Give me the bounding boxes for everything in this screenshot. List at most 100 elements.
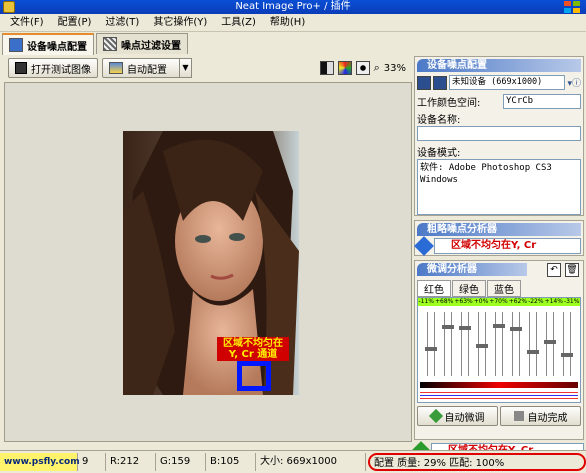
watermark-cell: www.psfly.com <box>0 452 80 471</box>
image-toolbar: 打开测试图像 自动配置 ▼ ⌕ 33% <box>2 56 412 80</box>
percentage-label: +14% <box>544 298 563 305</box>
fine-tune-slider[interactable] <box>424 312 437 376</box>
tab-device-noise-profile[interactable]: 设备噪点配置 <box>2 33 94 55</box>
image-viewport[interactable]: 区域不均匀在 Y, Cr 通道 <box>4 82 412 442</box>
status-profile-quality: 配置 质量: 29% 匹配: 100% <box>368 452 586 471</box>
color-space-select[interactable]: YCrCb <box>503 94 581 109</box>
percentage-row: -11% +68% +63% +0% +70% +62% -22% +14% -31% <box>418 298 580 306</box>
zoom-level[interactable]: 33% <box>384 63 406 74</box>
auto-profile-button[interactable]: 自动配置 <box>102 58 180 78</box>
menu-file[interactable]: 文件(F) <box>4 15 50 31</box>
windows-logo-icon <box>564 1 580 13</box>
load-profile-icon[interactable] <box>417 75 431 90</box>
test-image[interactable]: 区域不均匀在 Y, Cr 通道 <box>123 131 299 395</box>
auto-complete-icon <box>513 411 524 421</box>
tab-red[interactable]: 红色 <box>417 280 451 297</box>
fine-tune-buttons: 自动微调 自动完成 <box>417 406 581 426</box>
fine-tune-slider[interactable] <box>527 312 540 376</box>
tab-label: 设备噪点配置 <box>27 41 87 53</box>
percentage-label: +68% <box>435 298 454 305</box>
color-space-row: 工作颜色空间: YCrCb <box>417 94 581 109</box>
tab-noise-filter-settings[interactable]: 噪点过滤设置 <box>96 33 188 54</box>
menu-other[interactable]: 其它操作(Y) <box>147 15 213 31</box>
title-bar: Neat Image Pro+ / 插件 <box>0 0 586 14</box>
auto-fine-tune-label: 自动微调 <box>444 412 485 424</box>
auto-profile-icon <box>109 62 123 74</box>
window-title: Neat Image Pro+ / 插件 <box>235 1 351 12</box>
slider-knob[interactable] <box>510 326 523 331</box>
percentage-label: -31% <box>563 298 580 305</box>
slider-knob[interactable] <box>544 340 557 345</box>
auto-profile-dropdown[interactable]: ▼ <box>180 58 192 78</box>
app-icon <box>3 1 15 13</box>
rgb-lines <box>420 392 578 400</box>
slider-knob[interactable] <box>424 347 437 352</box>
coarse-analyzer-panel: 粗略噪点分析器 区域不均匀在Y, Cr <box>414 220 584 256</box>
fine-tune-slider[interactable] <box>441 312 454 376</box>
color-view-icon[interactable] <box>337 61 352 75</box>
save-profile-icon[interactable] <box>433 75 447 90</box>
coarse-analyzer-title: 粗略噪点分析器 <box>417 223 581 236</box>
zoom-icon[interactable]: ⌕ <box>374 61 380 75</box>
profile-icon <box>9 38 23 52</box>
slider-knob[interactable] <box>441 324 454 329</box>
brightness-icon[interactable] <box>355 61 370 75</box>
status-size: 大小: 669x1000 <box>256 452 366 471</box>
open-test-image-button[interactable]: 打开测试图像 <box>8 58 98 78</box>
channel-view-icon[interactable] <box>319 61 334 75</box>
auto-profile-label: 自动配置 <box>127 64 167 76</box>
fine-tune-slider[interactable] <box>544 312 557 376</box>
sample-selection-box[interactable] <box>237 361 271 391</box>
device-select[interactable]: 未知设备 (669x1000) <box>449 75 566 90</box>
menu-tools[interactable]: 工具(Z) <box>215 15 262 31</box>
warning-line-1: 区域不均匀在 <box>223 338 283 349</box>
fine-tune-slider[interactable] <box>458 312 471 376</box>
fine-tune-panel: 微调分析器 ↶ 🗑 红色 绿色 蓝色 -11% +68% +63% +0% +70% +6… <box>414 260 584 440</box>
slider-knob[interactable] <box>458 326 471 331</box>
trash-icon[interactable]: 🗑 <box>565 263 579 277</box>
color-space-label: 工作颜色空间: <box>417 98 481 109</box>
fine-tune-slider[interactable] <box>561 312 574 376</box>
tab-green[interactable]: 绿色 <box>452 280 486 297</box>
percentage-label: -11% <box>418 298 435 305</box>
device-name-label: 设备名称: <box>417 115 461 126</box>
coarse-analyzer-row: 区域不均匀在Y, Cr <box>414 236 581 256</box>
right-panel: 设备噪点配置 未知设备 (669x1000) ▾ⓘ 工作颜色空间: YCrCb … <box>411 56 584 461</box>
fine-tune-slider[interactable] <box>475 312 488 376</box>
menu-help[interactable]: 帮助(H) <box>264 15 311 31</box>
slider-knob[interactable] <box>527 350 540 355</box>
fine-tune-slider[interactable] <box>510 312 523 376</box>
undo-icon[interactable]: ↶ <box>547 263 561 277</box>
status-r: R:212 <box>106 452 156 471</box>
image-warning-label: 区域不均匀在 Y, Cr 通道 <box>217 337 289 361</box>
menu-profile[interactable]: 配置(P) <box>52 15 98 31</box>
device-mode-label: 设备模式: <box>417 148 461 159</box>
status-g: G:159 <box>156 452 206 471</box>
tab-blue[interactable]: 蓝色 <box>487 280 521 297</box>
percentage-label: +62% <box>508 298 528 305</box>
warning-line-2: Y, Cr 通道 <box>228 349 278 360</box>
filter-icon <box>103 37 117 51</box>
info-icon[interactable]: ▾ⓘ <box>567 76 581 89</box>
auto-complete-label: 自动完成 <box>527 412 568 424</box>
fine-tune-graph[interactable]: -11% +68% +63% +0% +70% +62% -22% +14% -31% <box>417 297 581 403</box>
channel-tabs: 红色 绿色 蓝色 <box>417 280 581 297</box>
slider-knob[interactable] <box>475 344 488 348</box>
slider-knob[interactable] <box>561 352 574 357</box>
auto-fine-tune-button[interactable]: 自动微调 <box>417 406 498 426</box>
status-bar: www.psfly.com 9 R:212 G:159 B:105 大小: 66… <box>0 450 586 472</box>
auto-fine-tune-icon <box>428 408 443 424</box>
device-mode-field[interactable]: 软件: Adobe Photoshop CS3 Windows <box>417 159 581 215</box>
status-b: B:105 <box>206 452 256 471</box>
menu-filter[interactable]: 过滤(T) <box>99 15 145 31</box>
auto-complete-button[interactable]: 自动完成 <box>500 406 581 426</box>
coarse-status-icon <box>414 236 434 256</box>
fine-tune-title: 微调分析器 <box>417 263 527 276</box>
menu-bar: 文件(F) 配置(P) 过滤(T) 其它操作(Y) 工具(Z) 帮助(H) <box>0 14 586 32</box>
auto-profile-split: 自动配置 ▼ <box>102 58 192 78</box>
fine-tune-slider[interactable] <box>492 312 505 376</box>
device-name-field[interactable] <box>417 126 581 141</box>
percentage-label: +63% <box>454 298 473 305</box>
percentage-label: +70% <box>489 298 508 305</box>
slider-knob[interactable] <box>492 324 505 329</box>
